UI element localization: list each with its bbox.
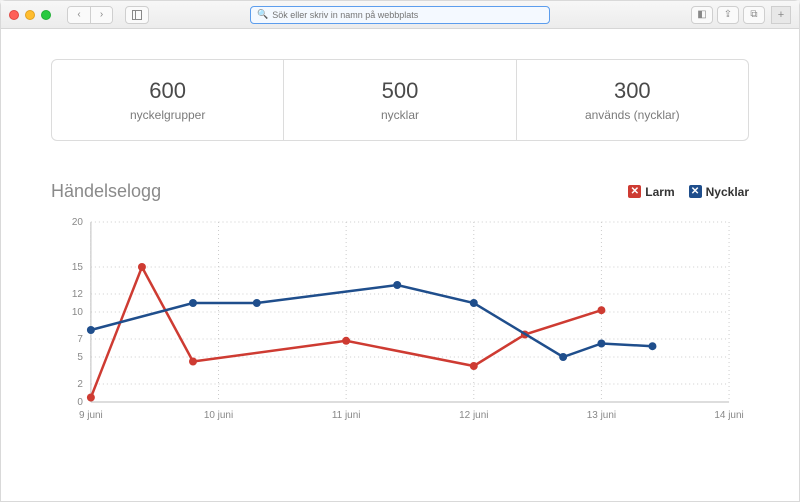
svg-text:14 juni: 14 juni xyxy=(714,410,743,421)
svg-text:9 juni: 9 juni xyxy=(79,410,103,421)
svg-text:10: 10 xyxy=(72,307,84,318)
minimize-window-button[interactable] xyxy=(25,10,35,20)
legend-marker-nycklar: ✕ xyxy=(689,185,702,198)
url-bar[interactable]: 🔍 xyxy=(250,6,550,24)
svg-text:15: 15 xyxy=(72,262,84,273)
browser-titlebar: ‹ › 🔍 ◧ ⇪ ⧉ + xyxy=(1,1,799,29)
share-button[interactable]: ⇪ xyxy=(717,6,739,24)
legend-label: Nycklar xyxy=(706,185,749,199)
stat-card-nyckelgrupper: 600 nyckelgrupper xyxy=(51,59,284,141)
stat-value: 600 xyxy=(62,78,273,104)
legend-label: Larm xyxy=(645,185,674,199)
nav-buttons: ‹ › xyxy=(67,6,113,24)
search-icon: 🔍 xyxy=(257,9,268,20)
reader-button[interactable]: ◧ xyxy=(691,6,713,24)
stat-card-nycklar: 500 nycklar xyxy=(284,59,516,141)
new-tab-button[interactable]: + xyxy=(771,6,791,24)
chart-area: 0 2 5 7 10 12 15 20 9 juni 10 juni 11 juni 12 juni 1… xyxy=(51,212,749,432)
legend-item-larm: ✕ Larm xyxy=(628,185,674,199)
chart-legend: ✕ Larm ✕ Nycklar xyxy=(628,185,749,199)
stat-label: nyckelgrupper xyxy=(62,108,273,122)
svg-text:10 juni: 10 juni xyxy=(204,410,233,421)
svg-text:13 juni: 13 juni xyxy=(587,410,616,421)
stat-value: 500 xyxy=(294,78,505,104)
svg-text:0: 0 xyxy=(77,397,83,408)
sidebar-toggle-button[interactable] xyxy=(125,6,149,24)
tabs-button[interactable]: ⧉ xyxy=(743,6,765,24)
svg-text:11 juni: 11 juni xyxy=(332,410,361,421)
browser-window: ‹ › 🔍 ◧ ⇪ ⧉ + 600 nyckelgrupper 500 nyck… xyxy=(0,0,800,502)
legend-marker-larm: ✕ xyxy=(628,185,641,198)
svg-text:5: 5 xyxy=(77,352,83,363)
stats-row: 600 nyckelgrupper 500 nycklar 300 använd… xyxy=(51,59,749,141)
zoom-window-button[interactable] xyxy=(41,10,51,20)
svg-text:2: 2 xyxy=(77,379,83,390)
stat-card-anvands: 300 används (nycklar) xyxy=(517,59,749,141)
chart-title: Händelselogg xyxy=(51,181,161,202)
stat-label: nycklar xyxy=(294,108,505,122)
legend-item-nycklar: ✕ Nycklar xyxy=(689,185,749,199)
stat-label: används (nycklar) xyxy=(527,108,738,122)
url-input[interactable] xyxy=(272,10,543,20)
forward-button[interactable]: › xyxy=(90,7,112,23)
line-chart-svg: 0 2 5 7 10 12 15 20 9 juni 10 juni 11 juni 12 juni 1… xyxy=(51,212,749,432)
stat-value: 300 xyxy=(527,78,738,104)
svg-text:7: 7 xyxy=(77,334,83,345)
svg-text:20: 20 xyxy=(72,217,84,228)
back-button[interactable]: ‹ xyxy=(68,7,90,23)
window-traffic-lights xyxy=(9,10,51,20)
svg-text:12 juni: 12 juni xyxy=(459,410,488,421)
toolbar-right: ◧ ⇪ ⧉ + xyxy=(691,6,791,24)
close-window-button[interactable] xyxy=(9,10,19,20)
page-content: 600 nyckelgrupper 500 nycklar 300 använd… xyxy=(1,29,799,501)
chart-header: Händelselogg ✕ Larm ✕ Nycklar xyxy=(51,181,749,202)
svg-text:12: 12 xyxy=(72,289,84,300)
